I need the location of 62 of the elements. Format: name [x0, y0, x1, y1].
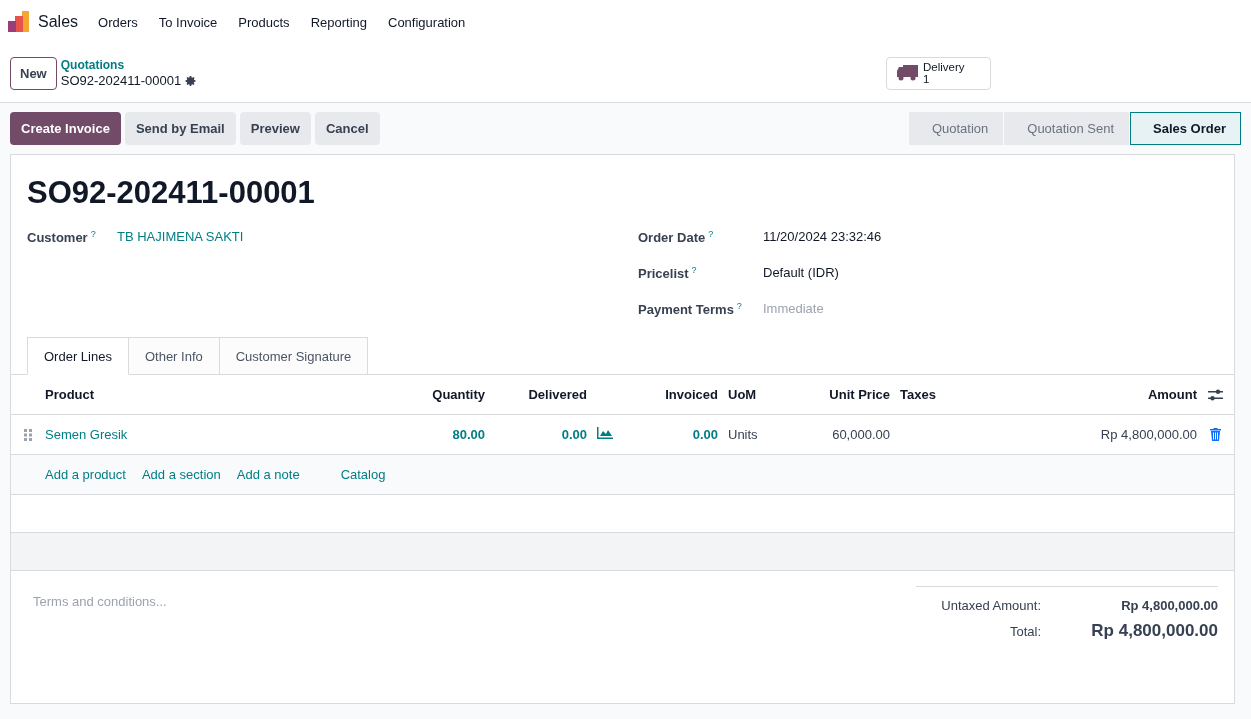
table-cell-text: Units: [727, 427, 759, 442]
menu-item[interactable]: Configuration: [388, 14, 466, 30]
field-value: Default (IDR): [763, 265, 839, 280]
column-header[interactable]: Quantity: [395, 387, 485, 402]
product-link[interactable]: Semen Gresik: [45, 427, 395, 442]
record-name: SO92-202411-00001: [60, 73, 182, 89]
truck-icon: [897, 65, 918, 81]
tab[interactable]: Customer Signature: [219, 337, 369, 375]
action-button[interactable]: Send by Email: [124, 112, 236, 145]
menu-item[interactable]: Products: [238, 14, 290, 30]
field-label: Customer: [27, 230, 88, 246]
total-value: Rp 4,800,000.00: [1090, 621, 1218, 641]
status-step[interactable]: Quotation Sent: [1004, 112, 1129, 145]
field-label: Order Date: [638, 230, 706, 246]
field-label: Payment Terms: [638, 302, 734, 318]
new-button[interactable]: New: [10, 56, 57, 90]
column-header[interactable]: Taxes: [890, 387, 1047, 402]
action-button[interactable]: Preview: [239, 112, 311, 145]
app-logo-icon: [8, 11, 30, 33]
action-button[interactable]: Create Invoice: [10, 112, 121, 145]
menu-item[interactable]: Reporting: [310, 14, 367, 30]
settings-icon[interactable]: [185, 75, 198, 87]
total-value: Rp 4,800,000.00: [1120, 597, 1218, 613]
table-cell-text: 60,000.00: [831, 427, 890, 442]
area-chart-icon[interactable]: [597, 427, 613, 439]
help-tooltip[interactable]: ?: [736, 301, 742, 311]
status-step[interactable]: Quotation: [908, 112, 1004, 145]
drag-handle-icon[interactable]: [24, 428, 32, 441]
app-name[interactable]: Sales: [38, 13, 79, 31]
table-cell-text: 0.00: [691, 427, 718, 442]
column-header[interactable]: UoM: [718, 387, 790, 402]
record-title: SO92-202411-00001: [27, 175, 316, 211]
table-cell-text: Rp 4,800,000.00: [1099, 427, 1197, 442]
column-header[interactable]: Product: [45, 387, 395, 402]
add-line-link[interactable]: Add a product: [45, 467, 126, 482]
column-settings-icon[interactable]: [1208, 387, 1223, 402]
field-value: 11/20/2024 23:32:46: [763, 229, 882, 244]
add-line-link[interactable]: Catalog: [340, 467, 386, 482]
breadcrumb-link[interactable]: Quotations: [60, 57, 198, 73]
total-label: Untaxed Amount:: [940, 597, 1041, 613]
customer-link[interactable]: TB HAJIMENA SAKTI: [117, 229, 244, 244]
total-label: Total:: [1008, 623, 1041, 639]
trash-icon[interactable]: [1210, 428, 1221, 441]
column-header[interactable]: Amount: [1047, 387, 1197, 402]
help-tooltip[interactable]: ?: [691, 265, 697, 275]
help-tooltip[interactable]: ?: [708, 229, 714, 239]
column-header[interactable]: Invoiced: [620, 387, 718, 402]
delivery-smart-button[interactable]: Delivery 1: [886, 56, 991, 90]
add-line-link[interactable]: Add a section: [141, 467, 221, 482]
help-tooltip[interactable]: ?: [90, 229, 96, 239]
column-header[interactable]: Unit Price: [790, 387, 890, 402]
menu-item[interactable]: To Invoice: [158, 14, 218, 30]
field-label: Pricelist: [638, 266, 689, 282]
tab[interactable]: Order Lines: [27, 337, 129, 375]
add-line-link[interactable]: Add a note: [236, 467, 300, 482]
column-header[interactable]: Delivered: [485, 387, 587, 402]
status-step[interactable]: Sales Order: [1130, 112, 1241, 145]
table-cell-text: 0.00: [560, 427, 587, 442]
action-button[interactable]: Cancel: [314, 112, 380, 145]
tab[interactable]: Other Info: [128, 337, 220, 375]
table-cell-text: 80.00: [451, 427, 485, 442]
menu-item[interactable]: Orders: [98, 14, 138, 30]
